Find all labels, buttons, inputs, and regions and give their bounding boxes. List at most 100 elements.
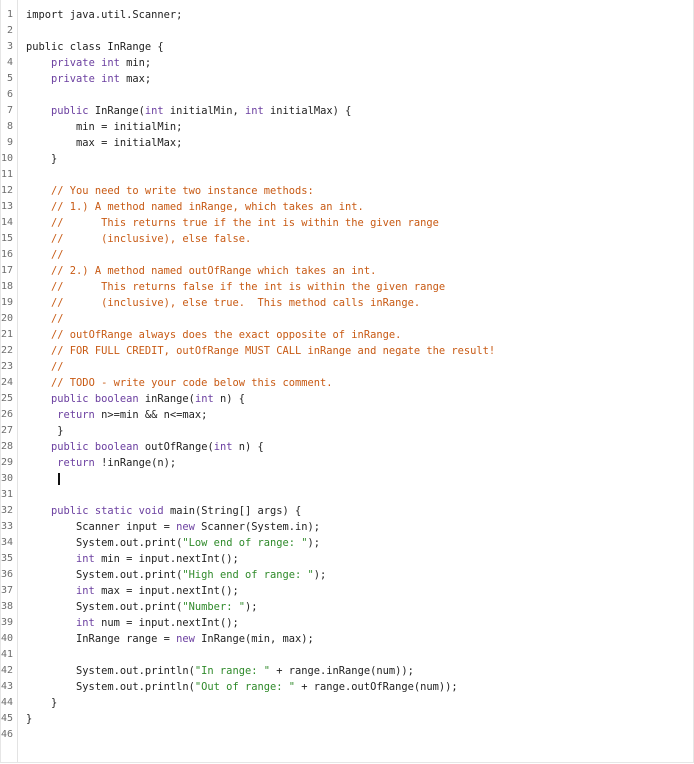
- code-token: private: [51, 73, 95, 85]
- code-line[interactable]: 16 //: [1, 247, 693, 263]
- code-text[interactable]: System.out.print("Number: ");: [26, 599, 693, 615]
- code-line[interactable]: 25 public boolean inRange(int n) {: [1, 391, 693, 407]
- code-text[interactable]: // You need to write two instance method…: [26, 183, 693, 199]
- code-text[interactable]: }: [26, 423, 693, 439]
- code-line[interactable]: 8 min = initialMin;: [1, 119, 693, 135]
- code-lines[interactable]: 1 import java.util.Scanner; 2 3 public class…: [1, 7, 693, 743]
- code-line[interactable]: 6: [1, 87, 693, 103]
- code-text[interactable]: //: [26, 311, 693, 327]
- code-line[interactable]: 26 return n>=min && n<=max;: [1, 407, 693, 423]
- code-line[interactable]: 27 }: [1, 423, 693, 439]
- code-line[interactable]: 30: [1, 471, 693, 487]
- code-text[interactable]: // (inclusive), else false.: [26, 231, 693, 247]
- code-line[interactable]: 9 max = initialMax;: [1, 135, 693, 151]
- code-text[interactable]: }: [26, 711, 693, 727]
- code-line[interactable]: 36 System.out.print("High end of range: …: [1, 567, 693, 583]
- code-text[interactable]: // This returns false if the int is with…: [26, 279, 693, 295]
- code-line[interactable]: 23 //: [1, 359, 693, 375]
- code-text[interactable]: // (inclusive), else true. This method c…: [26, 295, 693, 311]
- line-number: 11: [1, 169, 14, 180]
- line-number: 45: [1, 713, 14, 724]
- code-line[interactable]: 7 public InRange(int initialMin, int ini…: [1, 103, 693, 119]
- line-number: 21: [1, 329, 14, 340]
- code-text[interactable]: public boolean inRange(int n) {: [26, 391, 693, 407]
- code-text[interactable]: [26, 471, 693, 487]
- code-line[interactable]: 1 import java.util.Scanner;: [1, 7, 693, 23]
- code-line[interactable]: 41: [1, 647, 693, 663]
- code-line[interactable]: 33 Scanner input = new Scanner(System.in…: [1, 519, 693, 535]
- code-text[interactable]: System.out.print("Low end of range: ");: [26, 535, 693, 551]
- code-text[interactable]: // outOfRange always does the exact oppo…: [26, 327, 693, 343]
- code-text[interactable]: import java.util.Scanner;: [26, 7, 693, 23]
- code-line[interactable]: 32 public static void main(String[] args…: [1, 503, 693, 519]
- code-line[interactable]: 24 // TODO - write your code below this …: [1, 375, 693, 391]
- code-text[interactable]: //: [26, 247, 693, 263]
- code-text[interactable]: // TODO - write your code below this com…: [26, 375, 693, 391]
- code-line[interactable]: 5 private int max;: [1, 71, 693, 87]
- code-line[interactable]: 4 private int min;: [1, 55, 693, 71]
- code-line[interactable]: 42 System.out.println("In range: " + ran…: [1, 663, 693, 679]
- code-line[interactable]: 35 int min = input.nextInt();: [1, 551, 693, 567]
- code-text[interactable]: public class InRange {: [26, 39, 693, 55]
- code-line[interactable]: 46: [1, 727, 693, 743]
- line-number: 37: [1, 585, 14, 596]
- code-text[interactable]: // This returns true if the int is withi…: [26, 215, 693, 231]
- code-token: //: [51, 249, 64, 261]
- line-number: 1: [6, 9, 13, 20]
- code-line[interactable]: 18 // This returns false if the int is w…: [1, 279, 693, 295]
- code-line[interactable]: 40 InRange range = new InRange(min, max)…: [1, 631, 693, 647]
- code-text[interactable]: public boolean outOfRange(int n) {: [26, 439, 693, 455]
- code-text[interactable]: int max = input.nextInt();: [26, 583, 693, 599]
- code-text[interactable]: // FOR FULL CREDIT, outOfRange MUST CALL…: [26, 343, 693, 359]
- code-line[interactable]: 22 // FOR FULL CREDIT, outOfRange MUST C…: [1, 343, 693, 359]
- code-editor[interactable]: 1 import java.util.Scanner; 2 3 public class…: [0, 0, 694, 763]
- code-line[interactable]: 20 //: [1, 311, 693, 327]
- code-text[interactable]: InRange range = new InRange(min, max);: [26, 631, 693, 647]
- code-text[interactable]: public InRange(int initialMin, int initi…: [26, 103, 693, 119]
- code-line[interactable]: 31: [1, 487, 693, 503]
- code-text[interactable]: System.out.println("In range: " + range.…: [26, 663, 693, 679]
- code-text[interactable]: int min = input.nextInt();: [26, 551, 693, 567]
- code-text[interactable]: // 2.) A method named outOfRange which t…: [26, 263, 693, 279]
- code-text[interactable]: public static void main(String[] args) {: [26, 503, 693, 519]
- code-line[interactable]: 38 System.out.print("Number: ");: [1, 599, 693, 615]
- code-token: + range.outOfRange(num));: [295, 681, 458, 693]
- code-line[interactable]: 39 int num = input.nextInt();: [1, 615, 693, 631]
- code-text[interactable]: }: [26, 151, 693, 167]
- code-line[interactable]: 29 return !inRange(n);: [1, 455, 693, 471]
- code-text[interactable]: System.out.print("High end of range: ");: [26, 567, 693, 583]
- code-text[interactable]: min = initialMin;: [26, 119, 693, 135]
- code-text[interactable]: max = initialMax;: [26, 135, 693, 151]
- code-text[interactable]: private int min;: [26, 55, 693, 71]
- code-line[interactable]: 11: [1, 167, 693, 183]
- code-line[interactable]: 21 // outOfRange always does the exact o…: [1, 327, 693, 343]
- code-line[interactable]: 15 // (inclusive), else false.: [1, 231, 693, 247]
- code-text[interactable]: // 1.) A method named inRange, which tak…: [26, 199, 693, 215]
- line-number: 27: [1, 425, 14, 436]
- code-text[interactable]: private int max;: [26, 71, 693, 87]
- code-line[interactable]: 17 // 2.) A method named outOfRange whic…: [1, 263, 693, 279]
- code-text[interactable]: Scanner input = new Scanner(System.in);: [26, 519, 693, 535]
- code-line[interactable]: 14 // This returns true if the int is wi…: [1, 215, 693, 231]
- code-text[interactable]: }: [26, 695, 693, 711]
- code-line[interactable]: 44 }: [1, 695, 693, 711]
- code-token: min;: [119, 57, 152, 69]
- code-text[interactable]: return n>=min && n<=max;: [26, 407, 693, 423]
- code-line[interactable]: 43 System.out.println("Out of range: " +…: [1, 679, 693, 695]
- code-text[interactable]: System.out.println("Out of range: " + ra…: [26, 679, 693, 695]
- code-line[interactable]: 19 // (inclusive), else true. This metho…: [1, 295, 693, 311]
- code-line[interactable]: 34 System.out.print("Low end of range: "…: [1, 535, 693, 551]
- code-line[interactable]: 13 // 1.) A method named inRange, which …: [1, 199, 693, 215]
- code-line[interactable]: 12 // You need to write two instance met…: [1, 183, 693, 199]
- code-text[interactable]: //: [26, 359, 693, 375]
- code-text[interactable]: int num = input.nextInt();: [26, 615, 693, 631]
- code-token: // TODO - write your code below this com…: [51, 377, 333, 389]
- code-text[interactable]: return !inRange(n);: [26, 455, 693, 471]
- code-line[interactable]: 37 int max = input.nextInt();: [1, 583, 693, 599]
- code-line[interactable]: 45}: [1, 711, 693, 727]
- code-line[interactable]: 28 public boolean outOfRange(int n) {: [1, 439, 693, 455]
- code-line[interactable]: 10 }: [1, 151, 693, 167]
- code-line[interactable]: 3 public class InRange {: [1, 39, 693, 55]
- code-line[interactable]: 2: [1, 23, 693, 39]
